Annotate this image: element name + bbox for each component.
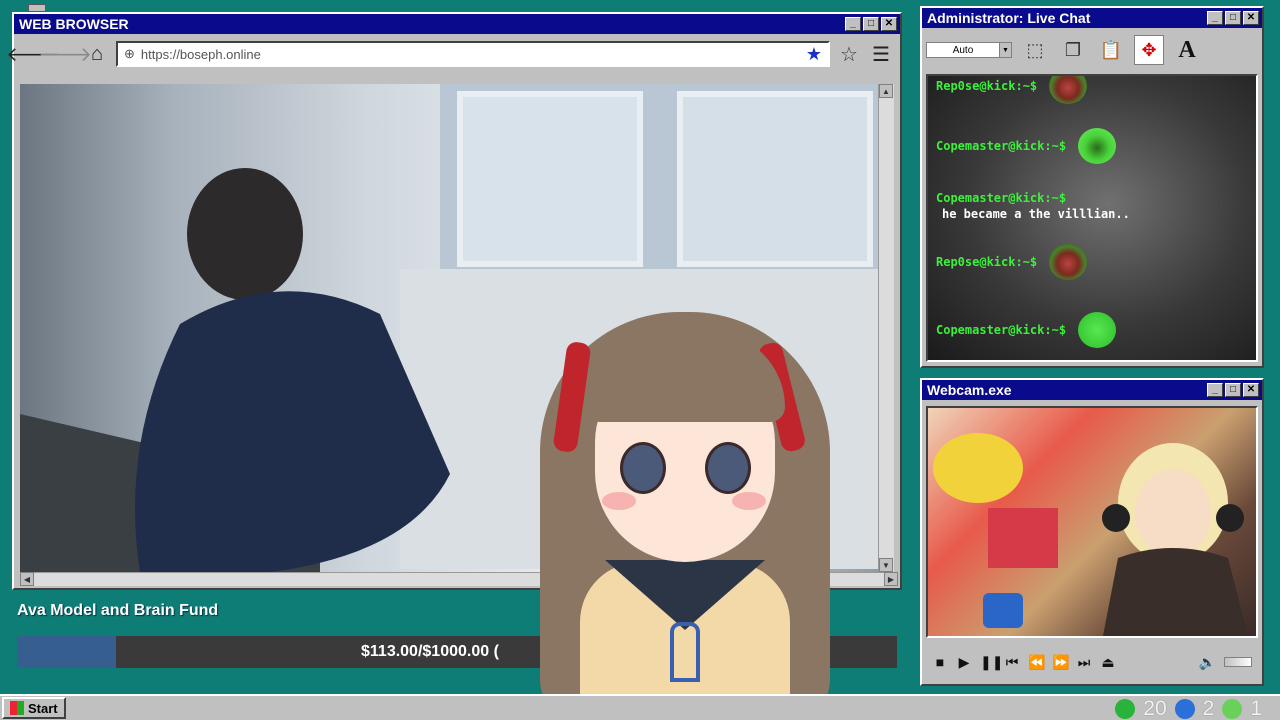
maximize-button[interactable]: □ bbox=[1225, 383, 1241, 397]
avatar-eye bbox=[705, 442, 751, 494]
play-icon bbox=[1222, 699, 1243, 719]
chevron-down-icon[interactable]: ▼ bbox=[999, 43, 1011, 57]
fast-forward-icon[interactable]: ⏩ bbox=[1052, 654, 1069, 671]
windows-logo-icon bbox=[10, 701, 24, 715]
chat-username[interactable]: Rep0se@kick:~$ bbox=[936, 254, 1037, 270]
webcam-feed bbox=[926, 406, 1258, 638]
chat-titlebar[interactable]: Administrator: Live Chat _ □ ✕ bbox=[922, 8, 1262, 28]
vertical-scrollbar[interactable]: ▲ ▼ bbox=[878, 84, 894, 572]
copy-icon[interactable]: ❐ bbox=[1058, 35, 1088, 65]
media-controls: ■ ▶ ❚❚ ⏮ ⏪ ⏩ ⏭ ⏏ 🔈 bbox=[926, 646, 1258, 678]
system-tray: 20 2 1 bbox=[1115, 696, 1262, 720]
scroll-up-icon[interactable]: ▲ bbox=[879, 84, 893, 98]
chat-log[interactable]: Rep0se@kick:~$ Copemaster@kick:~$ Copema… bbox=[926, 74, 1258, 362]
minimize-button[interactable]: _ bbox=[1207, 383, 1223, 397]
chat-message: Copemaster@kick:~$ bbox=[936, 312, 1246, 348]
font-icon[interactable]: A bbox=[1172, 35, 1202, 65]
webcam-image bbox=[933, 433, 1248, 636]
font-size-value: Auto bbox=[952, 44, 974, 56]
taskbar: Start 20 2 1 bbox=[0, 694, 1280, 720]
tray-count: 1 bbox=[1250, 697, 1262, 720]
star-filled-icon[interactable]: ★ bbox=[806, 44, 822, 65]
skip-forward-icon[interactable]: ⏭ bbox=[1076, 654, 1092, 671]
chat-message: Copemaster@kick:~$ he became a the villl… bbox=[936, 190, 1246, 222]
select-icon[interactable]: ⬚ bbox=[1020, 35, 1050, 65]
chat-message: Rep0se@kick:~$ bbox=[936, 244, 1246, 280]
url-text[interactable]: https://boseph.online bbox=[141, 47, 800, 62]
play-icon[interactable]: ▶ bbox=[956, 654, 972, 671]
avatar-tie bbox=[670, 622, 700, 682]
fund-title: Ava Model and Brain Fund bbox=[17, 602, 219, 619]
close-button[interactable]: ✕ bbox=[1243, 383, 1259, 397]
avatar-blush bbox=[732, 492, 766, 510]
volume-icon[interactable]: 🔈 bbox=[1199, 654, 1216, 671]
chat-username[interactable]: Copemaster@kick:~$ bbox=[936, 322, 1066, 338]
browser-titlebar[interactable]: WEB BROWSER _ □ ✕ bbox=[14, 14, 900, 34]
address-bar[interactable]: ⊕ https://boseph.online ★ bbox=[116, 41, 830, 67]
kick-icon bbox=[1115, 699, 1136, 719]
start-label: Start bbox=[28, 700, 58, 716]
close-button[interactable]: ✕ bbox=[1243, 11, 1259, 25]
volume-slider[interactable] bbox=[1224, 657, 1252, 667]
eject-icon[interactable]: ⏏ bbox=[1100, 654, 1116, 671]
close-button[interactable]: ✕ bbox=[881, 17, 897, 31]
browser-navbar: 🡐 🡒 ⌂ ⊕ https://boseph.online ★ ☆ ☰ bbox=[6, 34, 900, 74]
forward-arrow-icon[interactable]: 🡒 bbox=[38, 41, 92, 67]
chat-title: Administrator: Live Chat bbox=[927, 10, 1091, 26]
chat-message: Copemaster@kick:~$ bbox=[936, 128, 1246, 164]
chat-username[interactable]: Copemaster@kick:~$ bbox=[936, 138, 1066, 154]
pause-icon[interactable]: ❚❚ bbox=[980, 654, 1003, 671]
menu-icon[interactable]: ☰ bbox=[868, 41, 894, 67]
chat-text: he became a the villlian.. bbox=[942, 207, 1130, 221]
chat-message: Rep0se@kick:~$ bbox=[936, 76, 1246, 104]
rewind-icon[interactable]: ⏪ bbox=[1028, 654, 1045, 671]
laugh-emote-icon bbox=[1078, 128, 1117, 164]
vtuber-avatar bbox=[520, 292, 850, 720]
desktop-icon[interactable] bbox=[28, 4, 46, 12]
globe-icon: ⊕ bbox=[124, 46, 135, 61]
maximize-button[interactable]: □ bbox=[1225, 11, 1241, 25]
tray-count: 20 bbox=[1143, 697, 1167, 720]
avatar-eye bbox=[620, 442, 666, 494]
browser-title: WEB BROWSER bbox=[19, 16, 129, 32]
scroll-right-icon[interactable]: ▶ bbox=[884, 572, 898, 586]
tray-count: 2 bbox=[1202, 697, 1215, 720]
avatar-blush bbox=[602, 492, 636, 510]
minimize-button[interactable]: _ bbox=[845, 17, 861, 31]
chat-username[interactable]: Rep0se@kick:~$ bbox=[936, 78, 1037, 94]
move-icon[interactable]: ✥ bbox=[1134, 35, 1164, 65]
scroll-down-icon[interactable]: ▼ bbox=[879, 558, 893, 572]
chat-toolbar: Auto ▼ ⬚ ❐ 📋 ✥ A bbox=[922, 28, 1262, 72]
moon-icon bbox=[1174, 699, 1195, 719]
star-outline-icon[interactable]: ☆ bbox=[836, 41, 862, 67]
scroll-left-icon[interactable]: ◀ bbox=[20, 572, 34, 586]
sick-emote-icon bbox=[1078, 312, 1117, 348]
chat-username[interactable]: Copemaster@kick:~$ bbox=[936, 190, 1066, 206]
fund-progress-fill bbox=[17, 636, 117, 668]
stop-icon[interactable]: ■ bbox=[932, 654, 948, 670]
webcam-titlebar[interactable]: Webcam.exe _ □ ✕ bbox=[922, 380, 1262, 400]
webcam-window: Webcam.exe _ □ ✕ ■ ▶ ❚❚ ⏮ ⏪ ⏩ ⏭ ⏏ 🔈 bbox=[920, 378, 1264, 686]
minimize-button[interactable]: _ bbox=[1207, 11, 1223, 25]
fund-progress-text: $113.00/$1000.00 ( bbox=[361, 643, 499, 660]
chat-window: Administrator: Live Chat _ □ ✕ Auto ▼ ⬚ … bbox=[920, 6, 1264, 368]
start-button[interactable]: Start bbox=[2, 697, 66, 719]
maximize-button[interactable]: □ bbox=[863, 17, 879, 31]
font-size-select[interactable]: Auto ▼ bbox=[926, 42, 1012, 58]
pepe-scream-emote-icon bbox=[1049, 244, 1088, 280]
skip-back-icon[interactable]: ⏮ bbox=[1004, 654, 1020, 671]
paste-icon[interactable]: 📋 bbox=[1096, 35, 1126, 65]
home-icon[interactable]: ⌂ bbox=[84, 41, 110, 67]
pepe-scream-emote-icon bbox=[1049, 76, 1088, 104]
webcam-title: Webcam.exe bbox=[927, 382, 1012, 398]
